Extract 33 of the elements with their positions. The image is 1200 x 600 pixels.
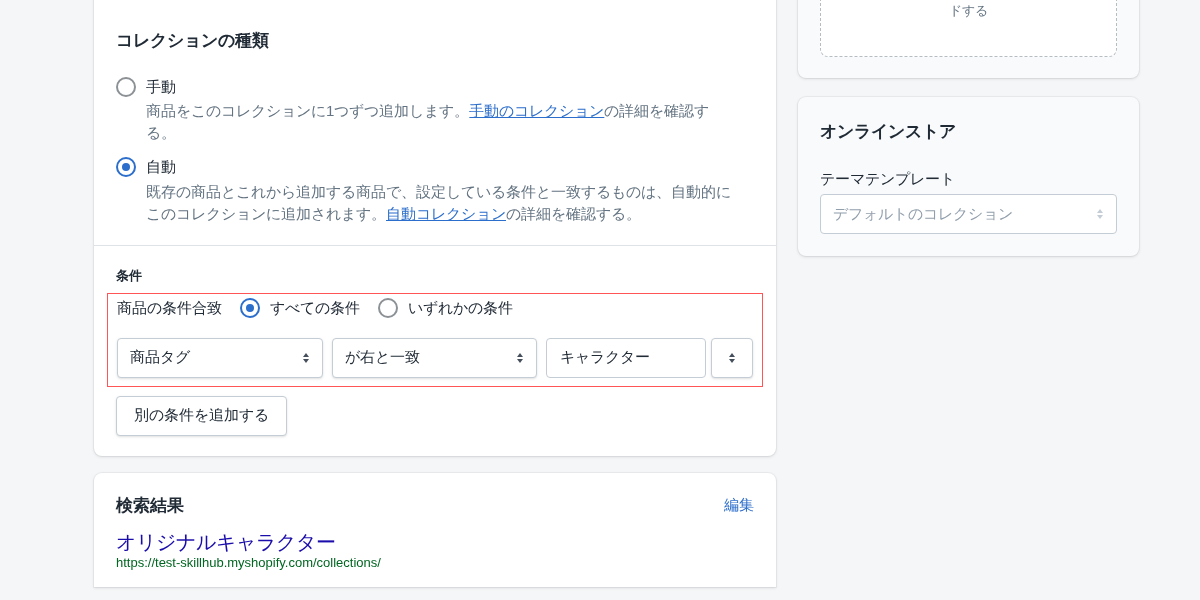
radio-button[interactable] [378, 298, 398, 319]
edit-link[interactable]: 編集 [724, 494, 754, 517]
radio-button[interactable] [240, 298, 260, 319]
upload-dropzone[interactable]: ドする [820, 0, 1117, 57]
option-label: すべての条件 [270, 298, 360, 318]
section-title: オンラインストア [820, 121, 957, 143]
radio-button[interactable] [116, 76, 136, 97]
option-description: 商品をこのコレクションに1つずつ追加します。手動のコレクションの詳細を確認する。 [145, 101, 711, 143]
option-label: 手動 [146, 76, 176, 97]
dropzone-text: ドする [949, 2, 988, 20]
match-label: 商品の条件合致 [117, 298, 222, 318]
search-result-title: オリジナルキャラクター [116, 530, 337, 555]
value-input[interactable]: キャラクター [545, 337, 707, 378]
section-label: 条件 [116, 266, 143, 285]
column-select[interactable]: 商品タグ [117, 337, 323, 378]
select-arrows-icon [515, 351, 524, 364]
select-arrows-icon [1096, 208, 1104, 220]
help-link[interactable]: 自動コレクション [386, 204, 506, 222]
template-select[interactable]: デフォルトのコレクション [820, 194, 1117, 234]
option-description: 既存の商品とこれから追加する商品で、設定している条件と一致するものは、自動的にこのコレクションに追加されます。自動コレクションの詳細を確認する。 [145, 181, 732, 224]
relation-select[interactable]: が右と一致 [332, 337, 537, 378]
section-title: コレクションの種類 [116, 30, 270, 52]
value-select[interactable] [711, 337, 753, 378]
option-label: 自動 [146, 157, 176, 177]
help-link[interactable]: 手動のコレクション [469, 102, 605, 119]
search-result-url: https://test-skillhub.myshopify.com/collections/ [116, 555, 382, 572]
select-arrows-icon [302, 351, 310, 364]
field-label: テーマテンプレート [820, 168, 956, 189]
add-condition-button[interactable]: 別の条件を追加する [116, 395, 287, 436]
section-title: 検索結果 [116, 494, 184, 517]
radio-button[interactable] [116, 157, 136, 178]
option-label: いずれかの条件 [408, 298, 513, 318]
select-arrows-icon [728, 351, 737, 364]
